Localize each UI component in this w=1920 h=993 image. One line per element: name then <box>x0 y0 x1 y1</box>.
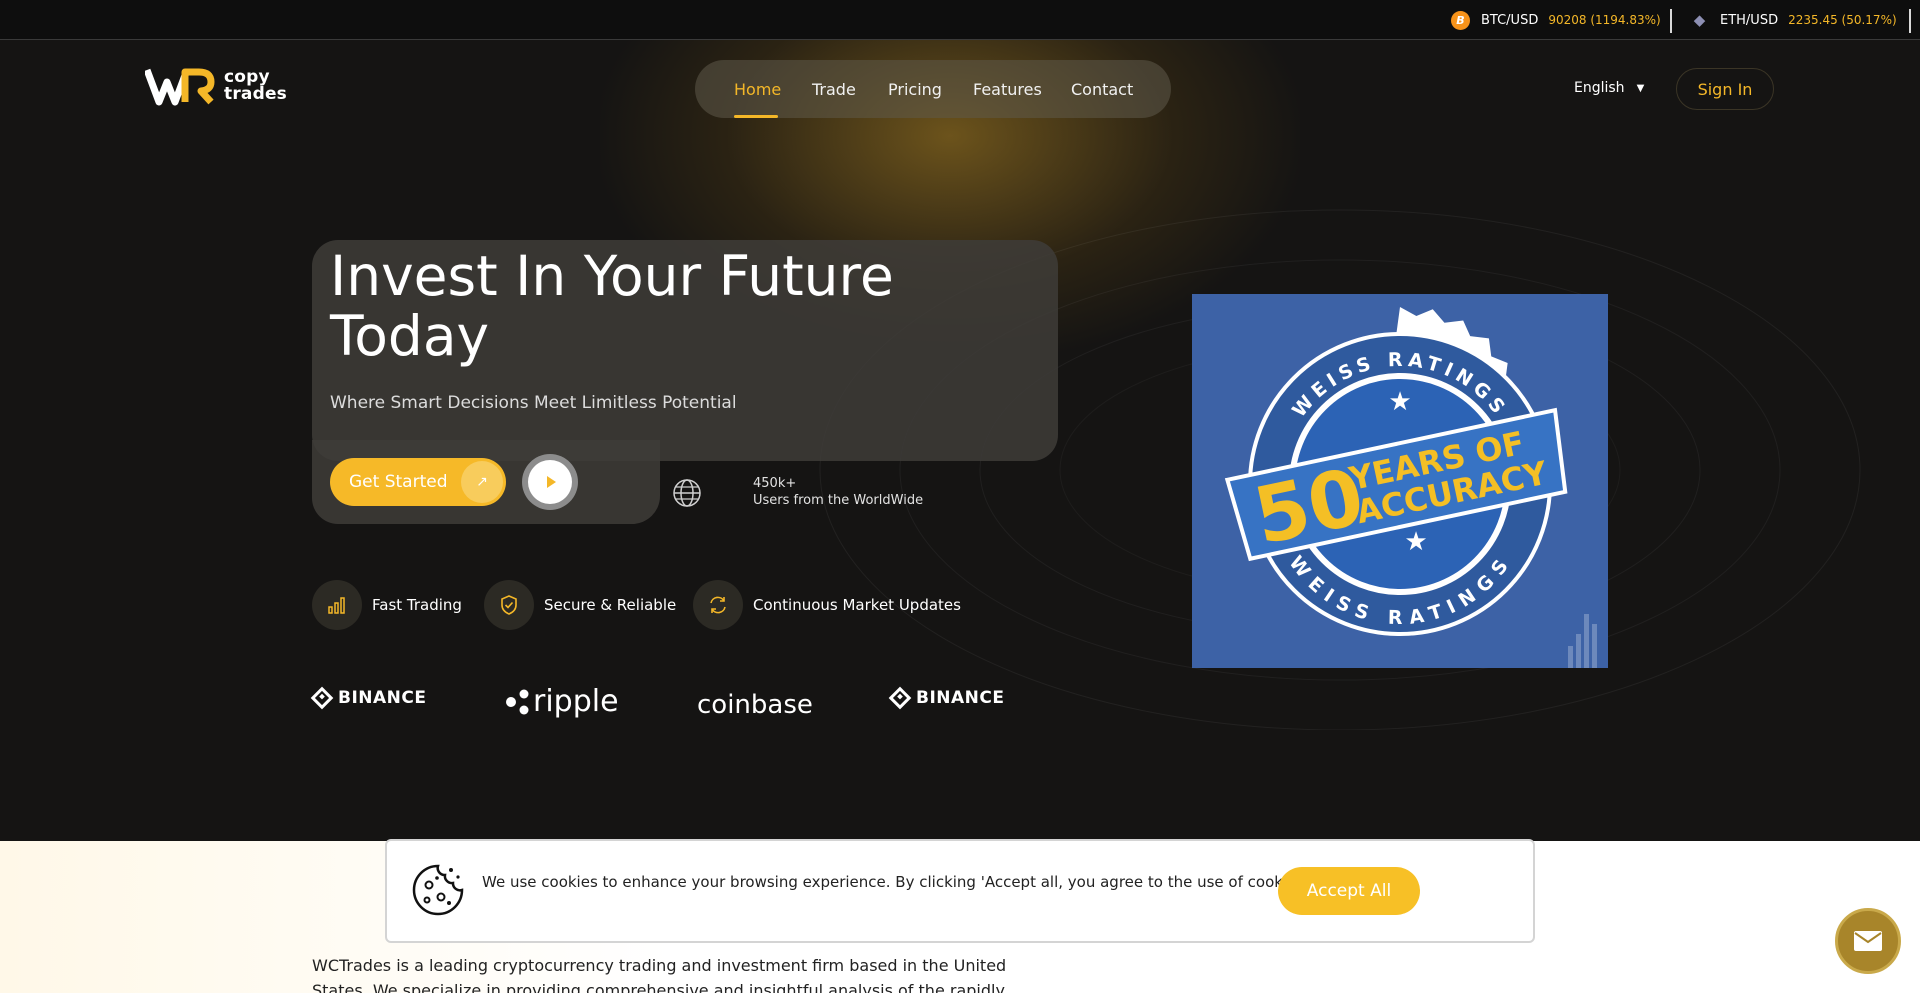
bar-chart-icon <box>312 580 362 630</box>
partner-logo-coinbase: coinbase <box>697 690 813 720</box>
refresh-icon <box>693 580 743 630</box>
bitcoin-icon: B <box>1451 10 1470 30</box>
logo-line-2: trades <box>224 84 287 104</box>
ticker-item-eth: ◆ ETH/USD 2235.45 (50.17%) <box>1690 9 1897 31</box>
ticker-item-btc: B BTC/USD 90208 (1194.83%) <box>1451 9 1661 31</box>
ticker-symbol: BTC/USD <box>1481 12 1539 28</box>
partner-name: ripple <box>533 684 619 719</box>
accept-all-button[interactable]: Accept All <box>1278 867 1420 915</box>
ticker-divider <box>1909 9 1911 33</box>
partner-name: BINANCE <box>338 688 427 708</box>
ticker-value: 90208 (1194.83%) <box>1548 13 1661 27</box>
ticker-symbol: ETH/USD <box>1720 12 1779 28</box>
partner-name: coinbase <box>697 690 813 720</box>
chevron-down-icon: ▼ <box>1636 82 1645 94</box>
partner-name: BINANCE <box>916 688 1005 708</box>
nav-features[interactable]: Features <box>973 80 1042 99</box>
play-icon <box>528 460 572 504</box>
nav-pricing[interactable]: Pricing <box>888 80 942 99</box>
logo-mark-icon <box>145 68 215 106</box>
svg-text:★: ★ <box>1388 387 1411 417</box>
ethereum-icon: ◆ <box>1693 11 1706 29</box>
get-started-label: Get Started <box>349 472 448 492</box>
sign-in-button[interactable]: Sign In <box>1676 68 1774 110</box>
language-selector[interactable]: English ▼ <box>1574 80 1644 96</box>
feature-label: Continuous Market Updates <box>753 596 961 614</box>
binance-icon <box>888 686 912 710</box>
binance-icon <box>310 686 334 710</box>
play-video-button[interactable] <box>522 454 578 510</box>
users-label: Users from the WorldWide <box>753 493 924 508</box>
nav-contact[interactable]: Contact <box>1071 80 1133 99</box>
cookie-banner: We use cookies to enhance your browsing … <box>385 839 1535 943</box>
feature-secure: Secure & Reliable <box>484 580 676 630</box>
shield-check-icon <box>484 580 534 630</box>
language-label: English <box>1574 80 1625 96</box>
price-ticker-bar: B BTC/USD 90208 (1194.83%) ◆ ETH/USD 223… <box>0 0 1920 40</box>
feature-market-updates: Continuous Market Updates <box>693 580 961 630</box>
nav-active-indicator <box>734 115 778 118</box>
main-nav: Home Trade Pricing Features Contact <box>695 60 1171 118</box>
hero-title: Invest In Your Future Today <box>330 246 1030 366</box>
arrow-up-right-icon: ↗ <box>461 461 503 503</box>
partner-logo-binance: BINANCE <box>888 686 1005 710</box>
nav-home[interactable]: Home <box>734 80 781 99</box>
hero-title-line-1: Invest In Your Future <box>330 244 894 308</box>
svg-text:★: ★ <box>1404 527 1427 557</box>
cookie-message: We use cookies to enhance your browsing … <box>482 873 1309 891</box>
about-text: WCTrades is a leading cryptocurrency tra… <box>312 956 1007 993</box>
users-count: 450k+ <box>753 476 797 491</box>
hero-subtitle: Where Smart Decisions Meet Limitless Pot… <box>330 393 737 413</box>
nav-trade[interactable]: Trade <box>812 80 856 99</box>
logo-text: copy trades <box>224 69 287 103</box>
ticker-divider <box>1670 9 1672 33</box>
partner-logo-binance: BINANCE <box>310 686 427 710</box>
contact-mail-button[interactable] <box>1835 908 1901 974</box>
feature-label: Fast Trading <box>372 596 462 614</box>
globe-icon <box>673 479 701 507</box>
feature-label: Secure & Reliable <box>544 596 677 614</box>
mail-icon <box>1854 931 1882 951</box>
get-started-button[interactable]: Get Started ↗ <box>330 458 506 506</box>
partner-logo-ripple: ripple <box>505 684 619 719</box>
ripple-icon <box>506 689 529 714</box>
hero-title-line-2: Today <box>330 304 490 368</box>
weiss-ratings-badge-image: WEISS RATINGS WEISS RATINGS ★ ★ 50 YEARS… <box>1192 294 1608 668</box>
brand-logo[interactable]: copy trades <box>145 66 287 106</box>
cookie-icon <box>412 864 464 916</box>
ticker-value: 2235.45 (50.17%) <box>1788 13 1897 27</box>
feature-fast-trading: Fast Trading <box>312 580 462 630</box>
